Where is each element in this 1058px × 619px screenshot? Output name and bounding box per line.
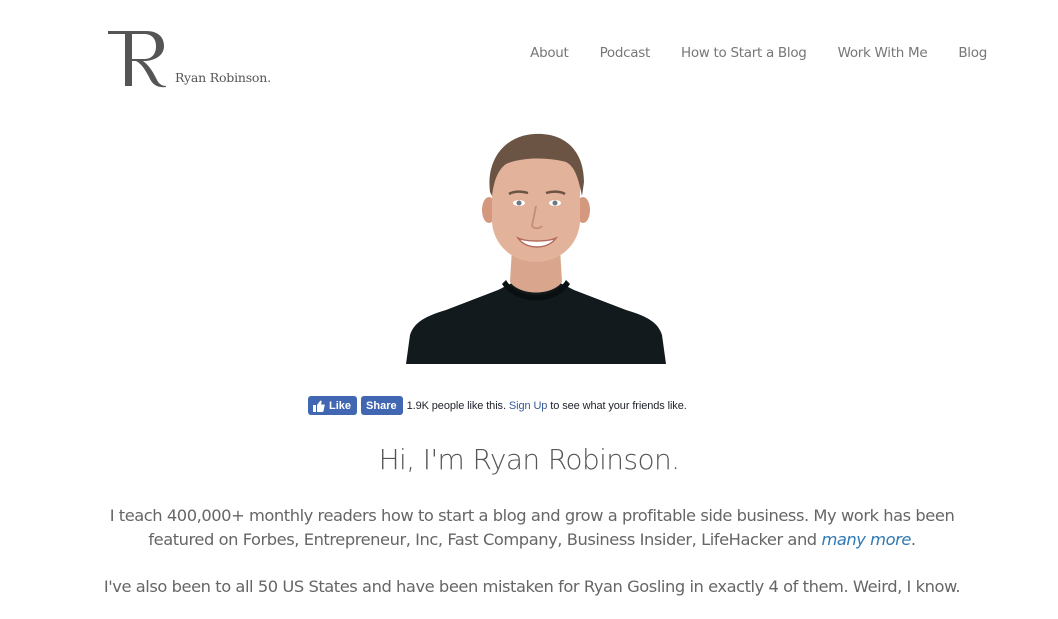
facebook-like-widget: Like Share 1.9K people like this. Sign U… [308,396,687,415]
portrait-photo [406,130,666,364]
site-logo[interactable]: Ryan Robinson. [106,28,276,90]
nav-item-podcast[interactable]: Podcast [600,45,651,61]
logo-text: Ryan Robinson. [175,70,271,85]
facebook-like-label: Like [329,399,352,412]
facebook-signup-tail: to see what your friends like. [550,399,687,412]
r-monogram-icon [108,31,166,88]
hero-fun-fact-paragraph: I've also been to all 50 US States and h… [103,577,961,596]
facebook-signup-link[interactable]: Sign Up [509,400,548,412]
portrait-illustration [406,133,666,364]
hero-intro-paragraph: I teach 400,000+ monthly readers how to … [80,504,984,552]
many-more-link[interactable]: many more [821,530,911,549]
facebook-like-button[interactable]: Like [308,396,358,415]
main-nav: About Podcast How to Start a Blog Work W… [499,45,987,61]
facebook-share-label: Share [366,399,397,412]
nav-item-how-to-start-a-blog[interactable]: How to Start a Blog [681,45,807,61]
facebook-like-count: 1.9K people like this. [406,399,506,412]
nav-item-work-with-me[interactable]: Work With Me [838,45,928,61]
facebook-like-summary: 1.9K people like this. Sign Up to see wh… [407,400,687,412]
hero-intro-tail: . [910,530,916,549]
facebook-share-button[interactable]: Share [361,396,403,415]
nav-item-blog[interactable]: Blog [958,45,987,61]
nav-item-about[interactable]: About [530,45,569,61]
hero-title: Hi, I'm Ryan Robinson. [378,443,680,476]
thumbs-up-icon [313,400,325,412]
